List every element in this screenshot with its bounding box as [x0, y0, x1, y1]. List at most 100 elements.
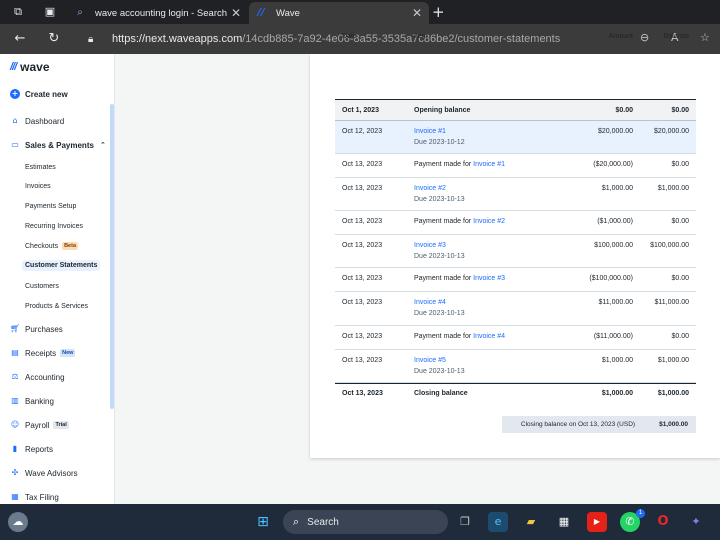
- sidebar-item-products-services[interactable]: Products & Services: [25, 303, 88, 310]
- back-arrow-icon[interactable]: ←: [12, 31, 28, 47]
- invoice-link[interactable]: Invoice #2: [414, 185, 446, 192]
- windows-start-icon[interactable]: ⊞: [253, 512, 273, 532]
- column-header-balance: Balance: [642, 33, 689, 40]
- invoice-link[interactable]: Invoice #5: [414, 357, 446, 364]
- task-view-icon[interactable]: ❐: [455, 512, 475, 532]
- row-date: Oct 13, 2023: [342, 161, 382, 168]
- new-tab-button[interactable]: +: [432, 3, 445, 21]
- workspaces-icon[interactable]: ⧉: [10, 4, 26, 20]
- close-icon[interactable]: ✕: [230, 6, 242, 20]
- table-row: [335, 235, 696, 268]
- weather-icon[interactable]: ☁: [8, 512, 28, 532]
- lock-icon: 🔒︎: [88, 34, 102, 45]
- row-item: Opening balance: [414, 107, 470, 114]
- bar-chart-icon: ▮: [10, 444, 20, 454]
- payment-prefix: Payment made for: [414, 333, 473, 340]
- row-item: Payment made for Invoice #2: [414, 218, 505, 225]
- invoice-link[interactable]: Invoice #3: [414, 242, 446, 249]
- copilot-icon[interactable]: ✦: [686, 512, 706, 532]
- row-balance: $1,000.00: [619, 390, 689, 397]
- sidebar-item-accounting[interactable]: ⚖︎ Accounting: [10, 372, 65, 382]
- microsoft-store-icon[interactable]: ▦: [554, 512, 574, 532]
- due-date: Due 2023-10-13: [414, 310, 465, 317]
- plus-icon: +: [10, 89, 20, 99]
- row-date: Oct 13, 2023: [342, 185, 382, 192]
- row-balance: $0.00: [619, 218, 689, 225]
- invoice-link[interactable]: Invoice #1: [473, 161, 505, 168]
- row-item: Closing balance: [414, 390, 468, 397]
- sidebar-item-payroll[interactable]: ☺ PayrollTrial: [10, 420, 69, 430]
- tab-title: wave accounting login - Search: [95, 8, 230, 19]
- table-row: [335, 350, 696, 383]
- row-date: Oct 1, 2023: [342, 107, 379, 114]
- document-icon: ▦: [10, 492, 20, 502]
- wave-logo-icon: ///: [10, 61, 16, 73]
- sidebar-item-purchases[interactable]: 🛒︎ Purchases: [10, 324, 63, 334]
- sidebar-item-customers[interactable]: Customers: [25, 283, 59, 290]
- close-icon[interactable]: ✕: [411, 6, 423, 20]
- new-badge: New: [60, 349, 75, 357]
- sidebar-item-reports[interactable]: ▮ Reports: [10, 444, 53, 454]
- taskbar-search[interactable]: ⌕ Search: [283, 510, 448, 534]
- row-date: Oct 13, 2023: [342, 242, 382, 249]
- card-icon: ▭: [10, 140, 20, 150]
- tab-wave[interactable]: // Wave ✕: [249, 2, 429, 24]
- sidebar-item-receipts[interactable]: ▤ ReceiptsNew: [10, 348, 75, 358]
- row-item: Payment made for Invoice #4: [414, 333, 505, 340]
- search-icon: ⌕: [293, 515, 299, 529]
- wave-logo-icon: //: [255, 7, 267, 19]
- file-explorer-icon[interactable]: ▰: [521, 512, 541, 532]
- due-date: Due 2023-10-13: [414, 368, 465, 375]
- table-row: [335, 178, 696, 211]
- tab-actions-icon[interactable]: ▣: [42, 4, 58, 20]
- sidebar-item-estimates[interactable]: Estimates: [25, 164, 56, 171]
- sidebar-item-invoices[interactable]: Invoices: [25, 183, 51, 190]
- cart-icon: 🛒︎: [10, 324, 20, 334]
- invoice-link[interactable]: Invoice #2: [473, 218, 505, 225]
- beta-badge: Beta: [62, 242, 78, 250]
- tab-title: Wave: [276, 8, 411, 19]
- sidebar-scrollbar[interactable]: [110, 104, 114, 409]
- sidebar-item-sales-payments[interactable]: ▭ Sales & Payments ⌃: [10, 140, 106, 150]
- person-icon: ☺: [10, 420, 20, 430]
- advisors-icon: ✣: [10, 468, 20, 478]
- row-balance: $0.00: [619, 333, 689, 340]
- opera-icon[interactable]: O: [653, 512, 673, 532]
- column-header-amount: Amount: [590, 33, 633, 40]
- favorites-star-icon[interactable]: ☆: [700, 31, 710, 44]
- row-date: Oct 12, 2023: [342, 128, 382, 135]
- due-date: Due 2023-10-13: [414, 196, 465, 203]
- row-date: Oct 13, 2023: [342, 218, 382, 225]
- youtube-icon[interactable]: ▶: [587, 512, 607, 532]
- sidebar-item-dashboard[interactable]: ⌂ Dashboard: [10, 116, 64, 126]
- sidebar-item-payments-setup[interactable]: Payments Setup: [25, 203, 76, 210]
- column-header-date: Date: [342, 33, 357, 40]
- sidebar-item-customer-statements[interactable]: Customer Statements: [22, 260, 100, 271]
- sidebar-item-checkouts[interactable]: CheckoutsBeta: [25, 242, 78, 250]
- invoice-link[interactable]: Invoice #3: [473, 275, 505, 282]
- invoice-link[interactable]: Invoice #4: [473, 333, 505, 340]
- tab-search[interactable]: ⌕ wave accounting login - Search ✕: [68, 2, 248, 24]
- invoice-link[interactable]: Invoice #1: [414, 128, 446, 135]
- due-date: Due 2023-10-13: [414, 253, 465, 260]
- sidebar-item-banking[interactable]: ▥ Banking: [10, 396, 54, 406]
- invoice-link[interactable]: Invoice #4: [414, 299, 446, 306]
- sidebar-item-wave-advisors[interactable]: ✣ Wave Advisors: [10, 468, 78, 478]
- refresh-icon[interactable]: ↻: [46, 31, 62, 47]
- home-icon: ⌂: [10, 116, 20, 126]
- row-date: Oct 13, 2023: [342, 357, 382, 364]
- row-date: Oct 13, 2023: [342, 299, 382, 306]
- bing-search-icon: ⌕: [74, 7, 86, 19]
- row-balance: $0.00: [619, 107, 689, 114]
- column-header-item: Item: [414, 33, 428, 40]
- summary-value: $1,000.00: [659, 421, 688, 428]
- sidebar-item-recurring-invoices[interactable]: Recurring Invoices: [25, 223, 83, 230]
- sidebar-item-tax-filing[interactable]: ▦ Tax Filing: [10, 492, 59, 502]
- create-new-button[interactable]: + Create new: [10, 89, 68, 99]
- edge-browser-icon[interactable]: e: [488, 512, 508, 532]
- wave-logo[interactable]: /// wave: [10, 60, 50, 74]
- row-balance: $20,000.00: [619, 128, 689, 135]
- windows-taskbar: ☁ ⊞ ⌕ Search ❐ e ▰ ▦ ▶ ✆ O ✦: [0, 504, 720, 540]
- row-balance: $1,000.00: [619, 185, 689, 192]
- payment-prefix: Payment made for: [414, 161, 473, 168]
